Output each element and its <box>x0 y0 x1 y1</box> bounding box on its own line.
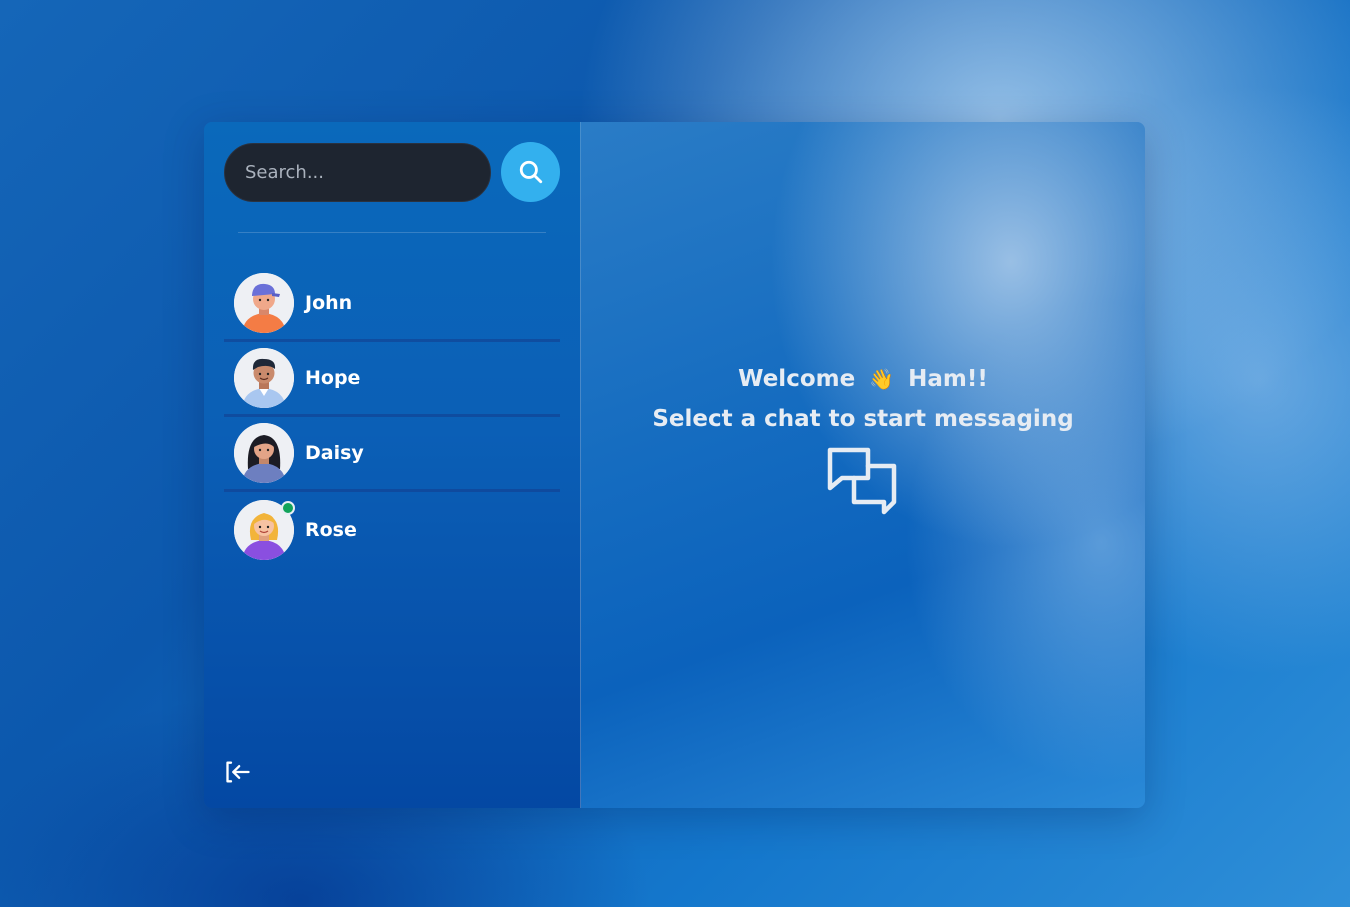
search-button[interactable] <box>501 142 560 202</box>
avatar-daisy-image <box>234 423 294 483</box>
contact-name: Rose <box>305 518 357 541</box>
contact-list: John Hope Daisy Rose <box>224 267 560 567</box>
avatar <box>234 273 294 333</box>
welcome-line: Welcome 👋 Ham!! <box>738 366 988 392</box>
waving-hand-icon: 👋 <box>869 367 895 391</box>
contact-item-john[interactable]: John <box>224 267 560 342</box>
online-status-dot <box>281 500 295 515</box>
chat-area: Welcome 👋 Ham!! Select a chat to start m… <box>581 122 1145 808</box>
avatar-john-image <box>234 273 294 333</box>
welcome-username: Ham!! <box>908 366 988 392</box>
contact-item-hope[interactable]: Hope <box>224 342 560 417</box>
sidebar-divider <box>238 232 546 233</box>
contact-name: John <box>305 292 353 314</box>
welcome-subtitle: Select a chat to start messaging <box>652 406 1074 432</box>
search-icon <box>519 160 542 184</box>
welcome-greeting: Welcome <box>738 366 856 392</box>
contact-name: Hope <box>305 367 361 389</box>
chat-bubbles-icon <box>827 447 897 515</box>
avatar-hope-image <box>234 348 294 408</box>
contact-item-daisy[interactable]: Daisy <box>224 417 560 492</box>
welcome-panel: Welcome 👋 Ham!! Select a chat to start m… <box>652 366 1074 518</box>
sidebar: John Hope <box>204 122 581 808</box>
search-input[interactable] <box>224 142 491 202</box>
logout-button[interactable] <box>224 758 252 786</box>
contact-item-rose[interactable]: Rose <box>224 492 560 567</box>
logout-icon <box>226 761 250 783</box>
contact-name: Daisy <box>305 442 364 464</box>
avatar <box>234 499 295 560</box>
search-form <box>224 142 560 202</box>
avatar <box>234 423 294 483</box>
avatar <box>234 348 294 408</box>
chat-app-window: John Hope <box>204 122 1145 808</box>
